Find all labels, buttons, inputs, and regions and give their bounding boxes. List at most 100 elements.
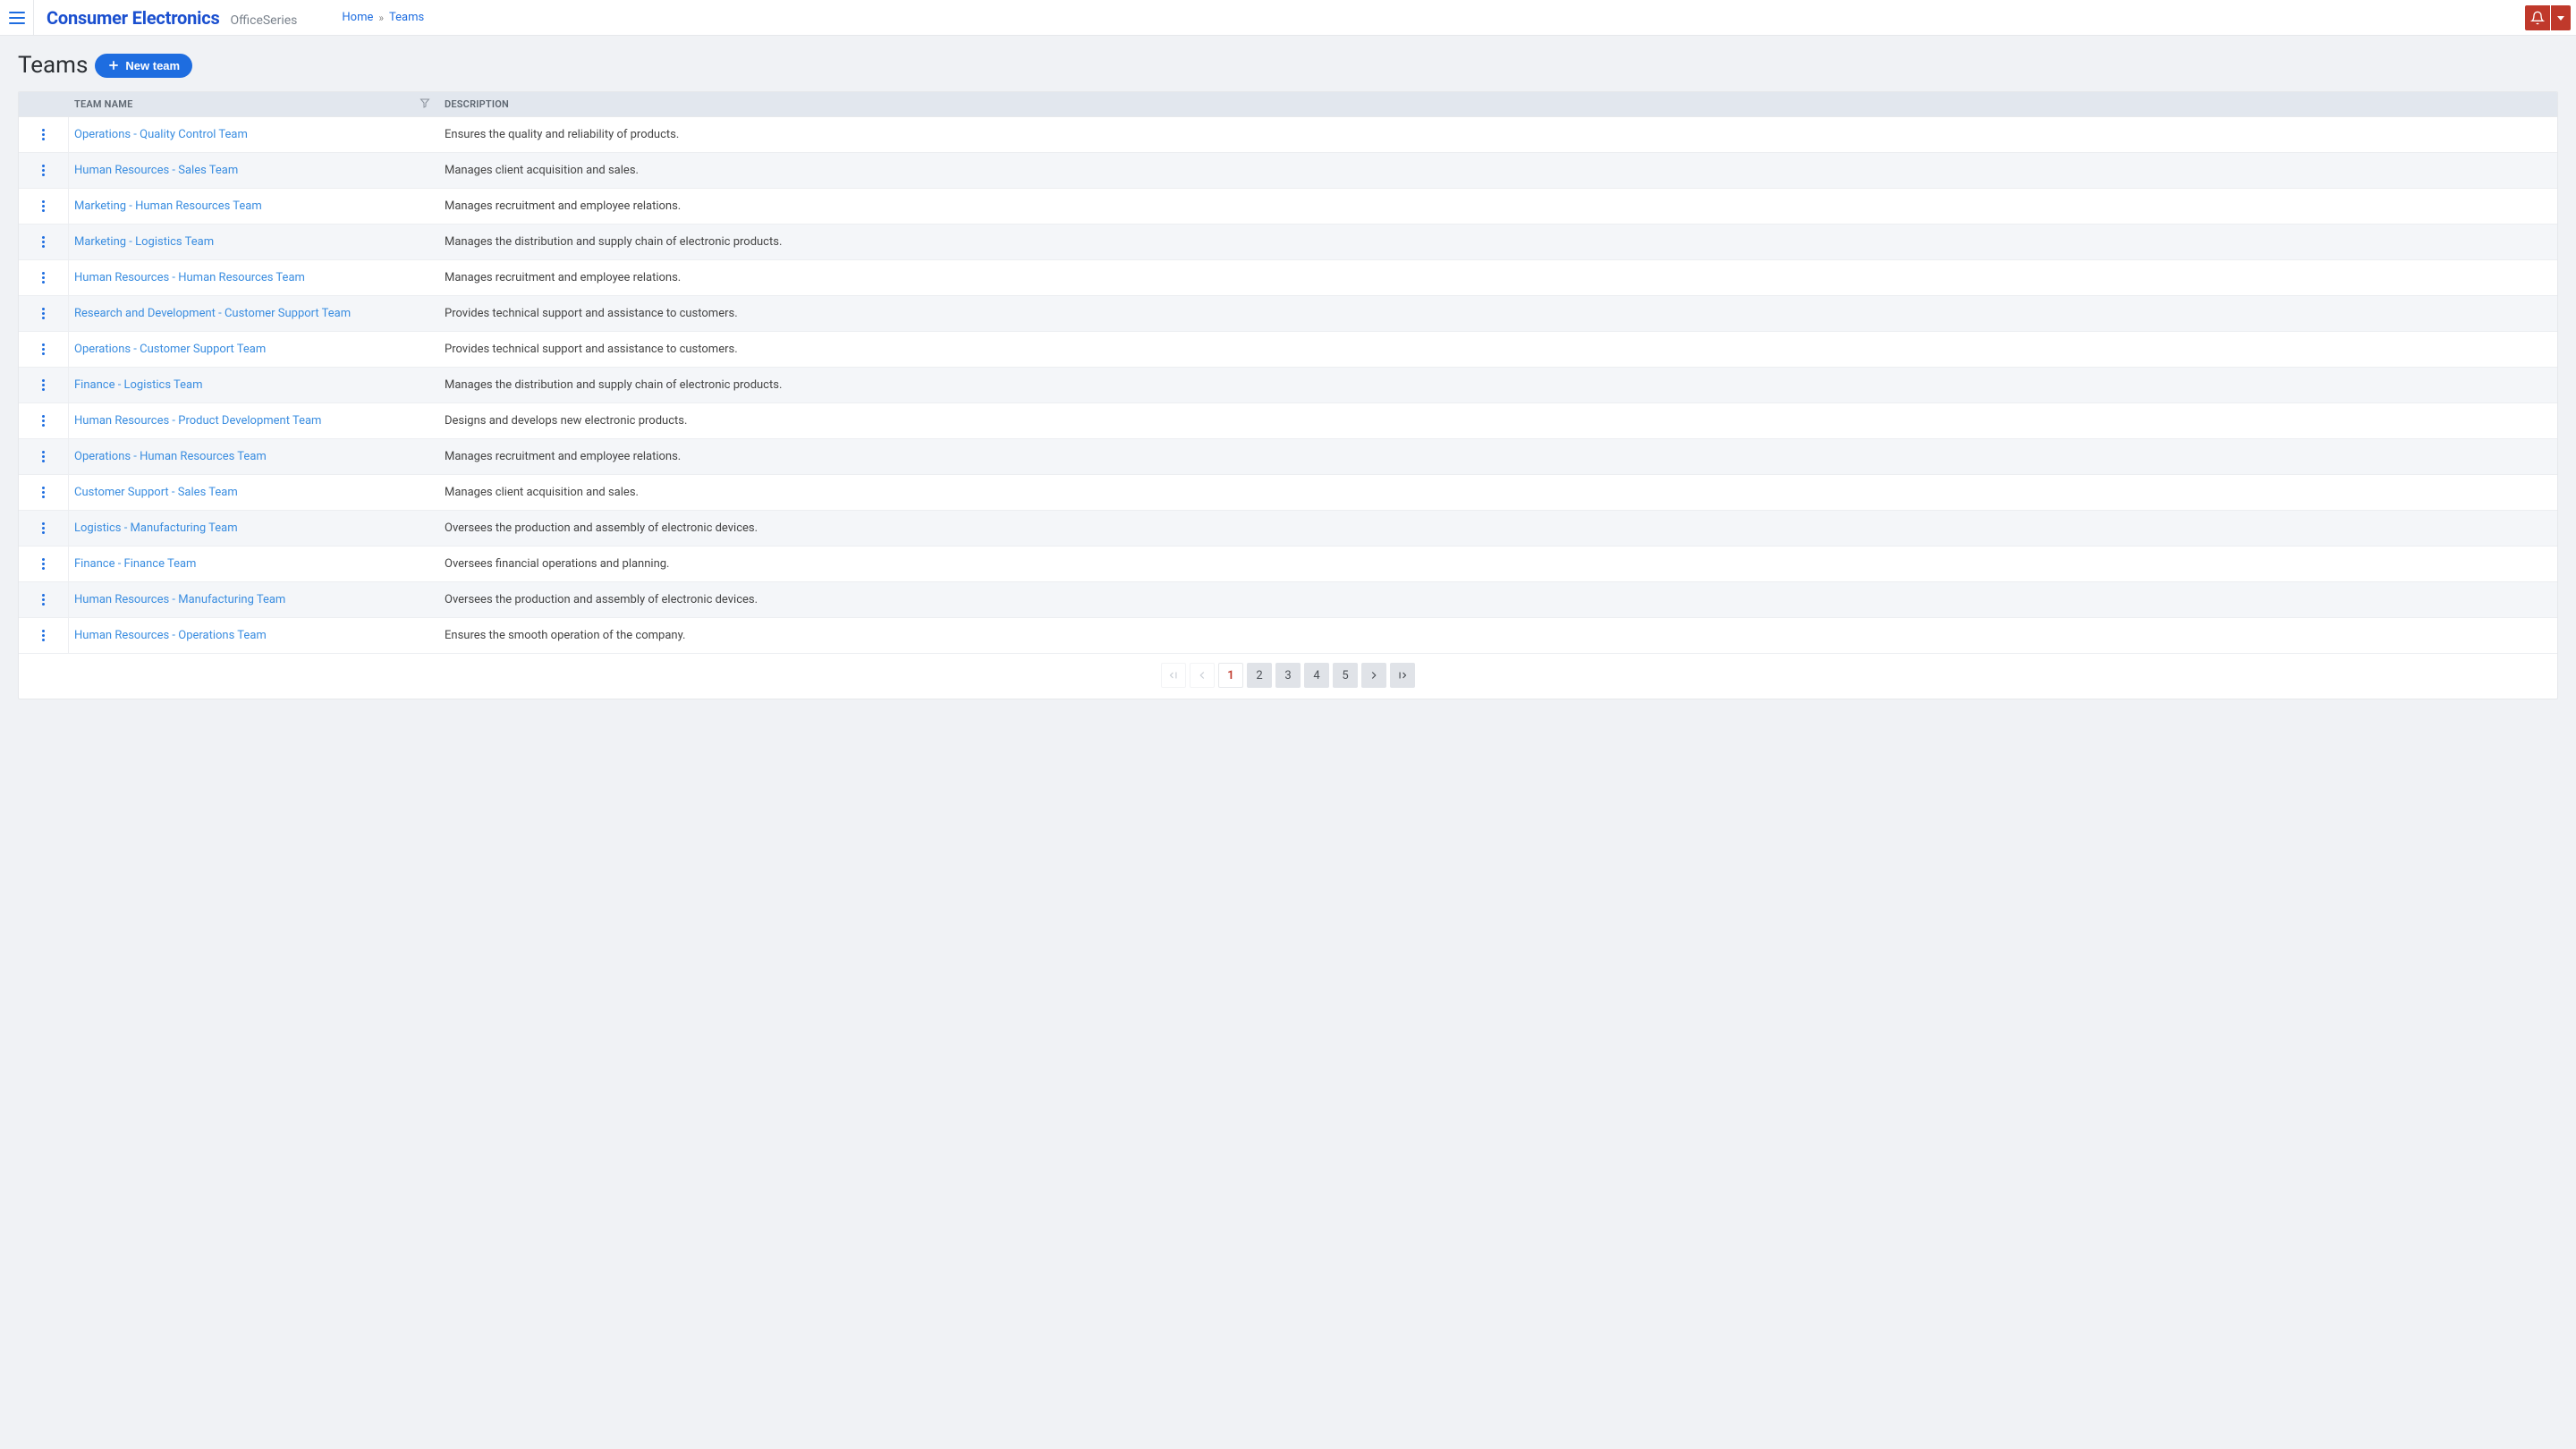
team-description-cell: Ensures the quality and reliability of p… xyxy=(439,128,2557,141)
row-actions-button[interactable] xyxy=(19,439,69,474)
team-link[interactable]: Human Resources - Human Resources Team xyxy=(74,271,305,284)
page-5-button[interactable]: 5 xyxy=(1333,663,1358,688)
team-name-cell: Customer Support - Sales Team xyxy=(69,486,439,499)
table-row: Operations - Human Resources Team Manages… xyxy=(19,439,2557,475)
breadcrumb-home-link[interactable]: Home xyxy=(342,11,373,24)
row-actions-button[interactable] xyxy=(19,403,69,438)
page-1-button[interactable]: 1 xyxy=(1218,663,1243,688)
page-content: Teams New team Team Name Description Ope… xyxy=(0,36,2576,716)
table-row: Operations - Quality Control Team Ensures… xyxy=(19,117,2557,153)
filter-icon[interactable] xyxy=(419,97,430,111)
vertical-dots-icon xyxy=(42,165,45,176)
column-description[interactable]: Description xyxy=(439,98,2557,110)
page-prev-button xyxy=(1190,663,1215,688)
row-actions-button[interactable] xyxy=(19,511,69,546)
user-menu-button[interactable] xyxy=(2551,5,2571,30)
team-name-cell: Operations - Quality Control Team xyxy=(69,128,439,141)
topbar: Consumer Electronics OfficeSeries Home »… xyxy=(0,0,2576,36)
column-team-name[interactable]: Team Name xyxy=(69,97,439,111)
page-2-button[interactable]: 2 xyxy=(1247,663,1272,688)
row-actions-button[interactable] xyxy=(19,225,69,259)
team-description-cell: Oversees financial operations and planni… xyxy=(439,557,2557,571)
page-last-button[interactable] xyxy=(1390,663,1415,688)
row-actions-button[interactable] xyxy=(19,368,69,402)
hamburger-icon xyxy=(9,12,25,24)
team-name-cell: Finance - Finance Team xyxy=(69,557,439,571)
team-link[interactable]: Customer Support - Sales Team xyxy=(74,486,238,499)
page-header: Teams New team xyxy=(18,52,2558,79)
vertical-dots-icon xyxy=(42,308,45,319)
vertical-dots-icon xyxy=(42,558,45,570)
row-actions-button[interactable] xyxy=(19,582,69,617)
team-link[interactable]: Marketing - Human Resources Team xyxy=(74,199,262,213)
team-description-cell: Manages recruitment and employee relatio… xyxy=(439,450,2557,463)
team-description-cell: Provides technical support and assistanc… xyxy=(439,343,2557,356)
page-4-button[interactable]: 4 xyxy=(1304,663,1329,688)
vertical-dots-icon xyxy=(42,379,45,391)
new-team-label: New team xyxy=(125,59,180,72)
table-row: Human Resources - Human Resources Team Ma… xyxy=(19,260,2557,296)
team-description-cell: Oversees the production and assembly of … xyxy=(439,521,2557,535)
chevron-first-icon xyxy=(1167,669,1180,682)
team-name-cell: Marketing - Logistics Team xyxy=(69,235,439,249)
row-actions-button[interactable] xyxy=(19,618,69,653)
chevron-right-icon xyxy=(1368,669,1380,682)
row-actions-button[interactable] xyxy=(19,117,69,152)
table-row: Human Resources - Sales Team Manages clie… xyxy=(19,153,2557,189)
row-actions-button[interactable] xyxy=(19,189,69,224)
table-row: Finance - Logistics Team Manages the dist… xyxy=(19,368,2557,403)
team-link[interactable]: Human Resources - Manufacturing Team xyxy=(74,593,285,606)
team-name-cell: Human Resources - Manufacturing Team xyxy=(69,593,439,606)
table-row: Logistics - Manufacturing Team Oversees t… xyxy=(19,511,2557,547)
brand-subtitle: OfficeSeries xyxy=(231,13,298,28)
team-link[interactable]: Human Resources - Sales Team xyxy=(74,164,238,177)
chevron-down-icon xyxy=(2557,16,2564,21)
page-3-button[interactable]: 3 xyxy=(1275,663,1301,688)
team-link[interactable]: Finance - Logistics Team xyxy=(74,378,203,392)
team-link[interactable]: Human Resources - Operations Team xyxy=(74,629,267,642)
row-actions-button[interactable] xyxy=(19,153,69,188)
table-row: Customer Support - Sales TeamManages cli… xyxy=(19,475,2557,511)
team-description-cell: Manages client acquisition and sales. xyxy=(439,164,2557,177)
vertical-dots-icon xyxy=(42,343,45,355)
row-actions-button[interactable] xyxy=(19,475,69,510)
team-link[interactable]: Research and Development - Customer Supp… xyxy=(74,307,351,320)
row-actions-button[interactable] xyxy=(19,260,69,295)
vertical-dots-icon xyxy=(42,200,45,212)
team-link[interactable]: Marketing - Logistics Team xyxy=(74,235,214,249)
vertical-dots-icon xyxy=(42,415,45,427)
team-description-cell: Manages the distribution and supply chai… xyxy=(439,378,2557,392)
vertical-dots-icon xyxy=(42,272,45,284)
team-link[interactable]: Operations - Human Resources Team xyxy=(74,450,267,463)
team-name-cell: Human Resources - Sales Team xyxy=(69,164,439,177)
column-team-name-label: Team Name xyxy=(74,98,133,110)
row-actions-button[interactable] xyxy=(19,332,69,367)
team-description-cell: Manages recruitment and employee relatio… xyxy=(439,271,2557,284)
row-actions-button[interactable] xyxy=(19,296,69,331)
column-description-label: Description xyxy=(445,98,509,110)
notifications-button[interactable] xyxy=(2525,5,2550,30)
page-next-button[interactable] xyxy=(1361,663,1386,688)
team-name-cell: Human Resources - Operations Team xyxy=(69,629,439,642)
vertical-dots-icon xyxy=(42,630,45,641)
table-row: Marketing - Logistics TeamManages the di… xyxy=(19,225,2557,260)
row-actions-button[interactable] xyxy=(19,547,69,581)
menu-toggle-button[interactable] xyxy=(0,0,34,36)
team-description-cell: Manages recruitment and employee relatio… xyxy=(439,199,2557,213)
team-description-cell: Designs and develops new electronic prod… xyxy=(439,414,2557,428)
new-team-button[interactable]: New team xyxy=(95,54,192,78)
breadcrumb-current[interactable]: Teams xyxy=(389,11,424,24)
team-link[interactable]: Logistics - Manufacturing Team xyxy=(74,521,238,535)
team-link[interactable]: Operations - Quality Control Team xyxy=(74,128,248,141)
page-title: Teams xyxy=(18,52,88,79)
team-link[interactable]: Operations - Customer Support Team xyxy=(74,343,266,356)
table-row: Marketing - Human Resources Team Manages … xyxy=(19,189,2557,225)
table-body: Operations - Quality Control Team Ensures… xyxy=(19,117,2557,654)
pagination: 12345 xyxy=(19,654,2557,699)
vertical-dots-icon xyxy=(42,236,45,248)
team-link[interactable]: Finance - Finance Team xyxy=(74,557,196,571)
team-name-cell: Operations - Human Resources Team xyxy=(69,450,439,463)
team-name-cell: Logistics - Manufacturing Team xyxy=(69,521,439,535)
team-link[interactable]: Human Resources - Product Development Te… xyxy=(74,414,321,428)
vertical-dots-icon xyxy=(42,594,45,606)
